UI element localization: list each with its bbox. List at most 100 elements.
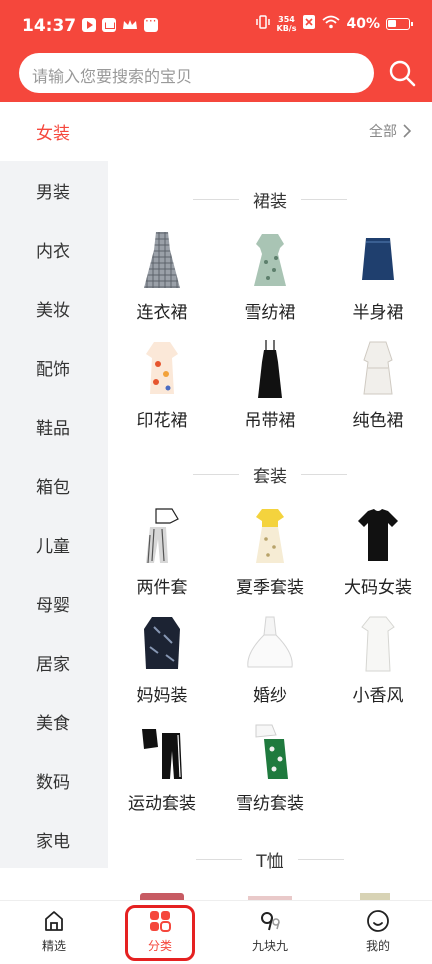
mail-app-icon bbox=[102, 18, 116, 32]
battery-icon bbox=[386, 18, 413, 30]
search-placeholder: 请输入您要搜索的宝贝 bbox=[32, 67, 193, 86]
sidebar-item-label: 家电 bbox=[36, 832, 70, 852]
nav-item-nine-nine[interactable]: 九块九 bbox=[230, 909, 310, 954]
category-item-label: 婚纱 bbox=[253, 686, 287, 706]
category-item-label: 印花裙 bbox=[136, 411, 188, 431]
sidebar-item-label: 鞋品 bbox=[36, 419, 70, 439]
category-item-label: 小香风 bbox=[352, 686, 404, 706]
status-bar: 14:37 354 KB/s 40% bbox=[0, 0, 432, 50]
divider bbox=[301, 474, 347, 475]
search-input[interactable]: 请输入您要搜索的宝贝 bbox=[19, 53, 374, 93]
nav-item-featured[interactable]: 精选 bbox=[14, 909, 94, 954]
sidebar-item-shoes[interactable]: 鞋品 bbox=[0, 397, 108, 456]
category-item-label: 夏季套装 bbox=[236, 578, 304, 598]
header: 14:37 354 KB/s 40% bbox=[0, 0, 432, 102]
divider bbox=[196, 859, 243, 860]
divider bbox=[193, 474, 239, 475]
sidebar-item-label: 配饰 bbox=[36, 360, 70, 380]
vibrate-icon bbox=[255, 14, 271, 34]
play-app-icon bbox=[82, 18, 96, 32]
category-item-chiffon-set[interactable]: 雪纺套装 bbox=[216, 721, 324, 814]
sidebar-item-home[interactable]: 居家 bbox=[0, 633, 108, 692]
chanel-style-icon bbox=[361, 616, 395, 672]
category-item-chiffon-dress[interactable]: 雪纺裙 bbox=[216, 230, 324, 323]
print-dress-icon bbox=[146, 342, 178, 394]
category-item-label: 雪纺裙 bbox=[244, 303, 296, 323]
net-speed-value: 354 bbox=[278, 15, 295, 24]
chevron-right-icon bbox=[403, 124, 412, 138]
search-icon[interactable] bbox=[388, 59, 416, 87]
section-title-text: 套装 bbox=[253, 467, 287, 487]
divider bbox=[297, 859, 344, 860]
home-icon bbox=[45, 911, 63, 931]
nav-item-profile[interactable]: 我的 bbox=[338, 909, 418, 954]
category-item-sport-set[interactable]: 运动套装 bbox=[108, 721, 216, 814]
sidebar-item-men[interactable]: 男装 bbox=[0, 161, 108, 220]
category-item-slip-dress[interactable]: 吊带裙 bbox=[216, 338, 324, 431]
section-title-skirts: 裙装 bbox=[180, 187, 360, 212]
tshirt-thumb-peek bbox=[360, 893, 390, 900]
category-item-print-dress[interactable]: 印花裙 bbox=[108, 338, 216, 431]
sidebar-item-label: 数码 bbox=[36, 773, 70, 793]
section-title-text: 裙装 bbox=[253, 192, 287, 212]
divider bbox=[301, 199, 347, 200]
chiffon-set-icon bbox=[255, 724, 288, 779]
profile-icon bbox=[367, 910, 389, 932]
sidebar-item-label: 母婴 bbox=[36, 596, 70, 616]
status-time: 14:37 bbox=[22, 16, 77, 36]
sidebar-item-women[interactable]: 女装 bbox=[0, 102, 108, 161]
sidebar-item-label: 儿童 bbox=[36, 537, 70, 557]
sidebar-item-baby[interactable]: 母婴 bbox=[0, 574, 108, 633]
nav-label: 我的 bbox=[365, 939, 390, 953]
sidebar-item-appliances[interactable]: 家电 bbox=[0, 810, 108, 869]
category-item-summer-set[interactable]: 夏季套装 bbox=[216, 505, 324, 598]
category-item-wedding-dress[interactable]: 婚纱 bbox=[216, 613, 324, 706]
sidebar-item-label: 男装 bbox=[36, 183, 70, 203]
sidebar-item-kids[interactable]: 儿童 bbox=[0, 515, 108, 574]
category-item-solid-dress[interactable]: 纯色裙 bbox=[324, 338, 432, 431]
category-item-mom-wear[interactable]: 妈妈装 bbox=[108, 613, 216, 706]
sidebar-item-digital[interactable]: 数码 bbox=[0, 751, 108, 810]
sidebar-item-label: 女装 bbox=[36, 124, 70, 144]
nav-label: 精选 bbox=[41, 939, 66, 953]
category-item-dress[interactable]: 连衣裙 bbox=[108, 230, 216, 323]
more-app-icon bbox=[144, 14, 158, 32]
category-item-label: 吊带裙 bbox=[244, 411, 296, 431]
wifi-icon bbox=[322, 15, 341, 33]
bottom-nav: 精选 分类 九块九 我的 bbox=[0, 900, 432, 964]
sidebar-item-label: 箱包 bbox=[36, 478, 70, 498]
sidebar-item-label: 内衣 bbox=[36, 242, 70, 262]
crown-app-icon bbox=[122, 18, 138, 32]
white-dress-icon bbox=[363, 341, 393, 395]
all-categories-link[interactable]: 全部 bbox=[369, 121, 412, 141]
divider bbox=[193, 199, 239, 200]
nine-nine-icon bbox=[261, 912, 280, 931]
category-item-plus-size[interactable]: 大码女装 bbox=[324, 505, 432, 598]
tshirt-thumb-peek bbox=[140, 893, 184, 900]
floral-dress-icon bbox=[254, 234, 286, 286]
category-item-chanel-style[interactable]: 小香风 bbox=[324, 613, 432, 706]
notification-icons bbox=[82, 14, 158, 32]
status-right: 354 KB/s 40% bbox=[255, 14, 413, 34]
category-item-label: 雪纺套装 bbox=[236, 794, 304, 814]
category-item-label: 纯色裙 bbox=[352, 411, 404, 431]
summer-set-icon bbox=[256, 509, 284, 563]
category-item-label: 连衣裙 bbox=[136, 303, 188, 323]
sidebar-item-underwear[interactable]: 内衣 bbox=[0, 220, 108, 279]
wedding-dress-icon bbox=[247, 616, 293, 668]
sidebar-item-accessories[interactable]: 配饰 bbox=[0, 338, 108, 397]
sim-off-icon bbox=[302, 14, 316, 34]
category-item-two-piece[interactable]: 两件套 bbox=[108, 505, 216, 598]
sidebar-item-label: 美食 bbox=[36, 714, 70, 734]
sidebar-item-makeup[interactable]: 美妆 bbox=[0, 279, 108, 338]
net-speed-unit: KB/s bbox=[276, 24, 297, 33]
category-item-half-skirt[interactable]: 半身裙 bbox=[324, 230, 432, 323]
denim-skirt-icon bbox=[362, 238, 394, 280]
net-speed: 354 KB/s bbox=[277, 15, 297, 33]
sidebar-item-bags[interactable]: 箱包 bbox=[0, 456, 108, 515]
slip-dress-icon bbox=[258, 340, 282, 398]
battery-percent: 40% bbox=[346, 16, 380, 32]
sidebar-item-food[interactable]: 美食 bbox=[0, 692, 108, 751]
category-item-label: 半身裙 bbox=[352, 303, 404, 323]
plus-size-tee-icon bbox=[358, 509, 398, 561]
